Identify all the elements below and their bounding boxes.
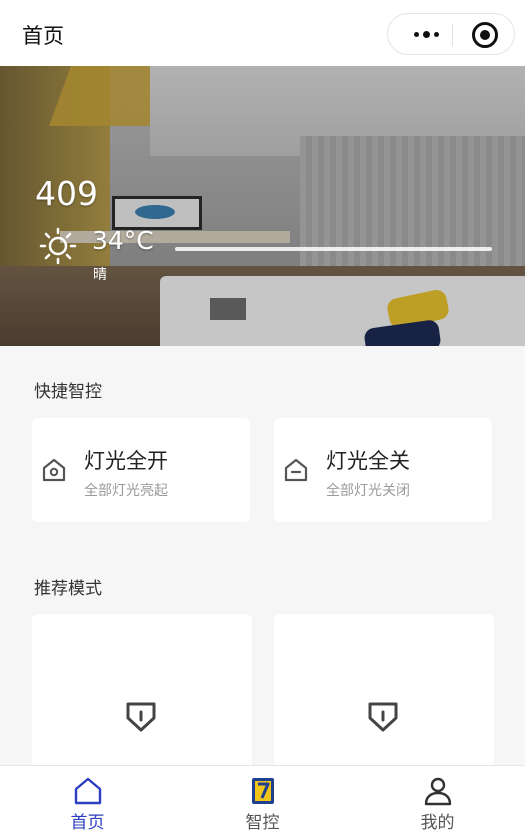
temperature: 34°C xyxy=(92,226,154,255)
recommended-mode-card[interactable] xyxy=(274,614,494,774)
shield-icon xyxy=(368,702,398,732)
tab-profile[interactable]: 我的 xyxy=(350,766,525,840)
bottom-tab-bar: 首页 智控 我的 xyxy=(0,765,525,840)
top-navigation-bar: 首页 xyxy=(0,0,525,66)
mini-program-capsule xyxy=(387,13,515,55)
home-icon xyxy=(74,777,102,805)
page-title: 首页 xyxy=(22,24,64,48)
quick-card-name: 灯光全开 xyxy=(84,449,168,473)
user-icon xyxy=(424,777,452,806)
quick-card-desc: 全部灯光关闭 xyxy=(326,483,410,499)
tab-home[interactable]: 首页 xyxy=(0,766,175,840)
quick-control-title: 快捷智控 xyxy=(34,382,102,402)
quick-card-lights-on[interactable]: 灯光全开 全部灯光亮起 xyxy=(32,418,250,522)
room-number: 409 xyxy=(35,174,98,213)
tab-label: 我的 xyxy=(420,813,455,833)
tab-smart-control[interactable]: 智控 xyxy=(175,766,350,840)
recommended-mode-card[interactable] xyxy=(32,614,252,774)
quick-card-lights-off[interactable]: 灯光全关 全部灯光关闭 xyxy=(274,418,492,522)
shield-icon xyxy=(126,702,156,732)
temperature-bar xyxy=(175,247,492,251)
target-icon[interactable] xyxy=(472,22,498,48)
smart-control-icon xyxy=(252,778,274,804)
capsule-divider xyxy=(452,24,453,46)
tab-label: 智控 xyxy=(245,813,280,833)
home-plus-icon xyxy=(42,458,66,482)
weather-condition: 晴 xyxy=(93,267,107,283)
recommended-title: 推荐模式 xyxy=(34,579,102,599)
tab-label: 首页 xyxy=(70,813,105,833)
sun-icon xyxy=(39,227,77,265)
more-dots-icon[interactable] xyxy=(402,14,450,54)
home-minus-icon xyxy=(284,458,308,482)
quick-card-desc: 全部灯光亮起 xyxy=(84,483,168,499)
quick-card-name: 灯光全关 xyxy=(326,449,410,473)
